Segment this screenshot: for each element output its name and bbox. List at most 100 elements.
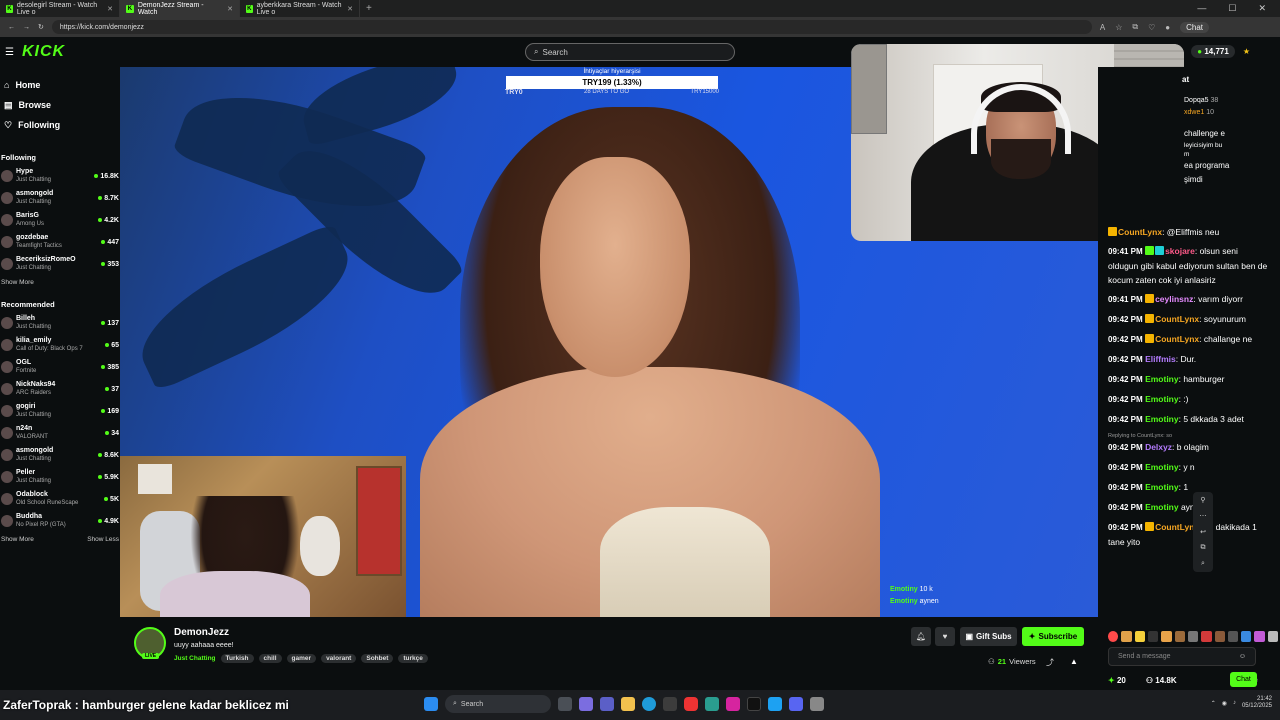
copilot-icon[interactable] (579, 697, 593, 711)
browser-tab-2[interactable]: K DemonJezz Stream - Watch ✕ (120, 0, 240, 17)
emote-icon[interactable] (1187, 630, 1199, 642)
sidebar-channel[interactable]: asmongold Just Chatting 8.7K (0, 187, 120, 209)
tag-chip[interactable]: turkçe (398, 654, 428, 663)
browser-tab-1[interactable]: Kdesolegirl Stream - Watch Live o ✕ (0, 0, 120, 17)
search-input[interactable]: ⌕ Search (525, 43, 735, 61)
emote-icon[interactable] (1134, 630, 1145, 642)
volume-icon[interactable]: ♪ (1233, 700, 1236, 706)
followers-indicator[interactable]: ⚇ 14.8K (1146, 676, 1177, 685)
sidebar-channel[interactable]: kilia_emily Call of Duty: Black Ops 7 65 (0, 334, 120, 356)
chat-message-input[interactable]: Send a message ☺ (1108, 647, 1256, 666)
emote-icon[interactable] (1214, 630, 1225, 642)
sidebar-channel[interactable]: asmongold Just Chatting 8.6K (0, 444, 120, 466)
sidebar-channel[interactable]: Hype Just Chatting 16.8K (0, 165, 120, 187)
tag-chip[interactable]: valorant (321, 654, 357, 663)
close-tab-icon[interactable]: ✕ (227, 5, 233, 13)
message-username[interactable]: Emotiny (1145, 502, 1179, 512)
tag-chip[interactable]: gamer (286, 654, 317, 663)
message-username[interactable]: ceylinsnz (1155, 294, 1193, 304)
share-icon[interactable]: ⤴ (1046, 657, 1054, 668)
nav-following[interactable]: ♡ Following (4, 115, 116, 135)
message-username[interactable]: Emotiny (1145, 414, 1179, 424)
streamer-name[interactable]: DemonJezz (174, 627, 229, 638)
balance-badge[interactable]: ● 14,771 (1191, 45, 1235, 58)
file-explorer-icon[interactable] (621, 697, 635, 711)
new-tab-icon[interactable]: + (360, 3, 378, 14)
sidebar-channel[interactable]: BeceriksizRomeO Just Chatting 353 (0, 253, 120, 275)
message-username[interactable]: Emotiny (1145, 374, 1179, 384)
reload-icon[interactable]: ↻ (38, 23, 44, 31)
taskbar-search[interactable]: ⌕ Search (445, 695, 551, 713)
favorites-icon[interactable]: ♡ (1148, 23, 1155, 32)
sidebar-channel[interactable]: n24n VALORANT 34 (0, 422, 120, 444)
extensions-icon[interactable]: ⧉ (1132, 22, 1138, 32)
emote-icon[interactable] (1161, 630, 1172, 642)
sidebar-channel[interactable]: OGL Fortnite 385 (0, 356, 120, 378)
emote-icon[interactable] (1201, 630, 1212, 642)
forward-icon[interactable]: → (23, 24, 30, 31)
emote-icon[interactable] (1108, 630, 1119, 642)
emote-icon[interactable] (1241, 630, 1252, 642)
copy-icon[interactable]: ⧉ (1201, 544, 1206, 552)
subscribe-button[interactable]: ✦ Subscribe (1022, 627, 1084, 646)
emote-icon[interactable] (1147, 630, 1159, 642)
maximize-icon[interactable]: ☐ (1228, 3, 1236, 14)
close-tab-icon[interactable]: ✕ (107, 5, 113, 13)
message-username[interactable]: Emotiny (1145, 462, 1179, 472)
profile-icon[interactable]: ● (1165, 23, 1170, 32)
sidebar-channel[interactable]: NickNaks94 ARC Raiders 37 (0, 378, 120, 400)
tag-chip[interactable]: Turkish (220, 654, 254, 663)
edge-icon[interactable] (642, 697, 656, 711)
show-more-recommended[interactable]: Show More (1, 536, 34, 543)
sidebar-channel[interactable]: Peller Just Chatting 5.9K (0, 466, 120, 488)
pin-icon[interactable]: ⚲ (1200, 496, 1205, 504)
message-username[interactable]: CountLynx (1118, 227, 1162, 237)
message-username[interactable]: Emotiny (1145, 394, 1179, 404)
message-username[interactable]: Emotiny (1145, 482, 1179, 492)
points-indicator[interactable]: ✦ 20 (1108, 676, 1126, 685)
chat-send-button[interactable]: Chat (1230, 672, 1257, 687)
tiktok-icon[interactable] (747, 697, 761, 711)
clock[interactable]: 21:42 05/12/2025 (1242, 696, 1272, 710)
youtube-icon[interactable] (684, 697, 698, 711)
network-icon[interactable]: ◉ (1222, 700, 1227, 707)
tag-chip[interactable]: chill (258, 654, 282, 663)
show-less-recommended[interactable]: Show Less (87, 536, 119, 543)
emote-icon[interactable] (1254, 630, 1265, 642)
emote-icon[interactable] (1227, 630, 1239, 642)
trophy-icon[interactable]: ★ (1243, 47, 1250, 56)
menu-icon[interactable]: ☰ (5, 47, 14, 58)
sidebar-channel[interactable]: gozdebae Teamfight Tactics 447 (0, 231, 120, 253)
message-username[interactable]: Eliffmis (1145, 354, 1176, 364)
teams-icon[interactable] (600, 697, 614, 711)
translate-icon[interactable]: A (1100, 23, 1105, 32)
nav-browse[interactable]: ▤ Browse (4, 95, 116, 115)
tag-chip[interactable]: Sohbet (361, 654, 394, 663)
minimize-icon[interactable]: — (1197, 3, 1206, 14)
nav-home[interactable]: ⌂ Home (4, 75, 116, 95)
back-icon[interactable]: ← (8, 24, 15, 31)
stream-category[interactable]: Just Chatting (174, 655, 216, 662)
notification-bell-button[interactable]: 🔔︎ (911, 627, 931, 646)
close-window-icon[interactable]: ✕ (1258, 3, 1266, 14)
show-more-following[interactable]: Show More (1, 279, 34, 286)
kick-logo[interactable]: KICK (22, 43, 65, 61)
follow-button[interactable]: ♥ (935, 627, 955, 646)
sidebar-channel[interactable]: Buddha No Pixel RP (GTA) 4.9K (0, 510, 120, 532)
search-user-icon[interactable]: ⌕ (1201, 560, 1205, 568)
instagram-icon[interactable] (726, 697, 740, 711)
message-username[interactable]: CountLynx (1155, 314, 1199, 324)
more-icon[interactable]: ⋯ (1200, 512, 1207, 520)
task-view-icon[interactable] (558, 697, 572, 711)
report-icon[interactable]: ▲ (1070, 657, 1078, 666)
url-field[interactable]: https://kick.com/demonjezz (51, 20, 1092, 34)
settings-icon[interactable] (810, 697, 824, 711)
emoji-picker-icon[interactable]: ☺ (1239, 653, 1246, 660)
message-username[interactable]: Delxyz (1145, 442, 1172, 452)
browser-tab-3[interactable]: Kayberkkara Stream - Watch Live o ✕ (240, 0, 360, 17)
emote-icon[interactable] (1121, 630, 1132, 642)
emote-icon[interactable] (1267, 630, 1279, 642)
discord-icon[interactable] (789, 697, 803, 711)
sidebar-channel[interactable]: Odablock Old School RuneScape 5K (0, 488, 120, 510)
close-tab-icon[interactable]: ✕ (347, 5, 353, 13)
